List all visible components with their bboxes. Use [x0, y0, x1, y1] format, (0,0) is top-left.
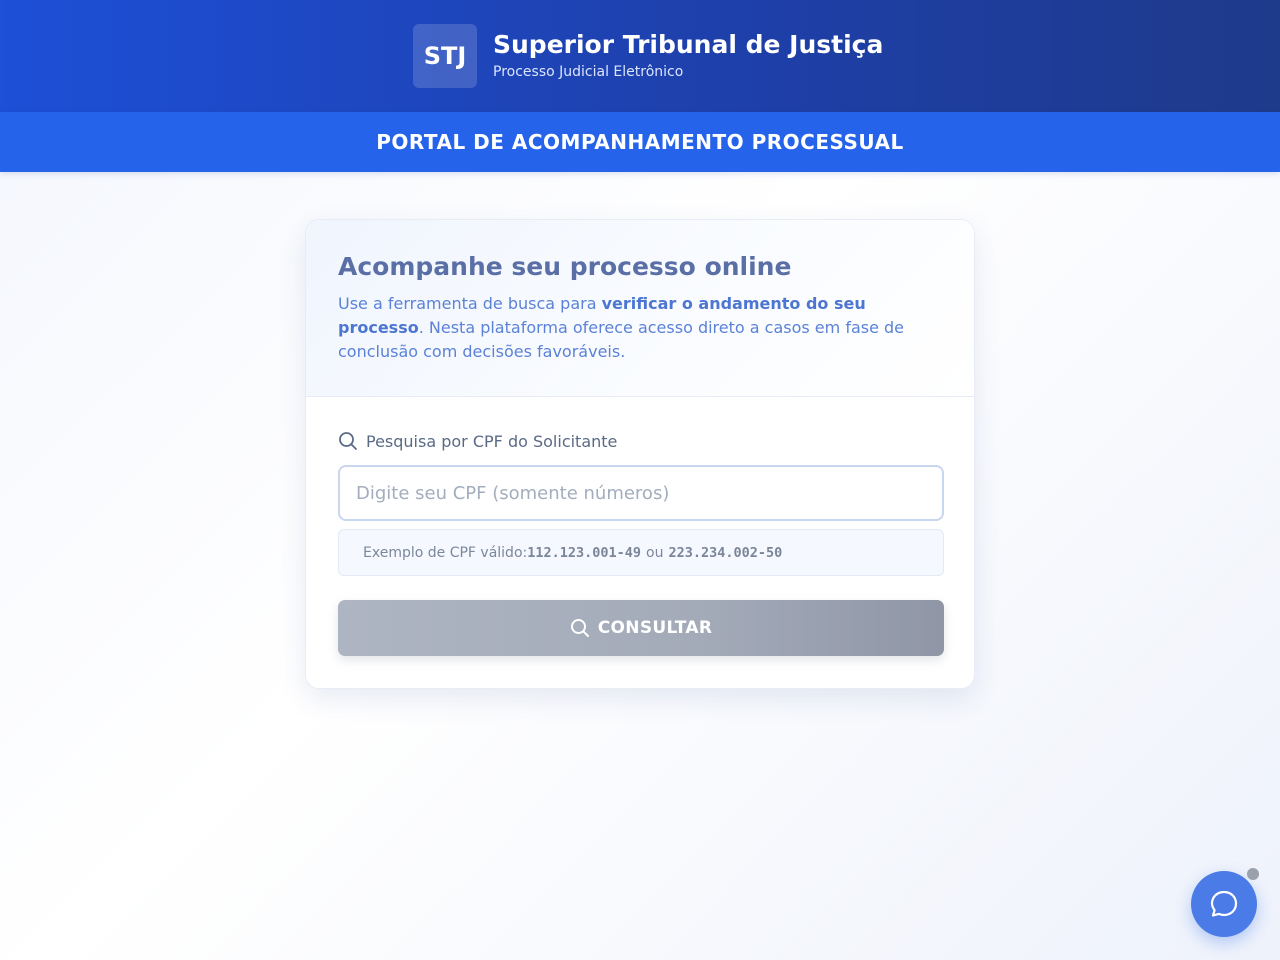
example-cpf-1: 112.123.001-49 [527, 544, 642, 561]
card-description: Use a ferramenta de busca para verificar… [338, 292, 938, 364]
desc-text-2: . Nesta plataforma oferece acesso direto… [338, 318, 905, 361]
cpf-label-row: Pesquisa por CPF do Solicitante [338, 430, 617, 452]
cpf-input[interactable] [338, 465, 944, 521]
card-title: Acompanhe seu processo online [338, 252, 792, 281]
example-cpf-2: 223.234.002-50 [668, 544, 783, 561]
site-subtitle: Processo Judicial Eletrônico [493, 64, 684, 80]
site-title: Superior Tribunal de Justiça [493, 30, 884, 59]
stj-logo: STJ [413, 24, 477, 88]
chat-status-dot [1247, 868, 1259, 880]
portal-banner: PORTAL DE ACOMPANHAMENTO PROCESSUAL [0, 112, 1280, 172]
chat-button[interactable] [1191, 871, 1257, 937]
card-header: Acompanhe seu processo online Use a ferr… [306, 220, 974, 397]
example-prefix: Exemplo de CPF válido: [363, 544, 528, 561]
chat-bubble-icon [1210, 890, 1238, 917]
consultar-label: CONSULTAR [597, 618, 713, 638]
search-card: Acompanhe seu processo online Use a ferr… [305, 219, 975, 689]
cpf-label: Pesquisa por CPF do Solicitante [366, 431, 618, 451]
example-or: ou [646, 544, 664, 561]
search-icon [339, 432, 357, 450]
desc-text-1: Use a ferramenta de busca para [338, 294, 602, 313]
site-header: STJ Superior Tribunal de Justiça Process… [0, 0, 1280, 112]
consultar-button[interactable]: CONSULTAR [338, 600, 944, 656]
cpf-example-hint: Exemplo de CPF válido: 112.123.001-49 ou… [338, 529, 944, 576]
portal-title: PORTAL DE ACOMPANHAMENTO PROCESSUAL [376, 130, 904, 154]
brand[interactable]: STJ Superior Tribunal de Justiça Process… [413, 24, 883, 88]
search-icon [570, 619, 589, 637]
